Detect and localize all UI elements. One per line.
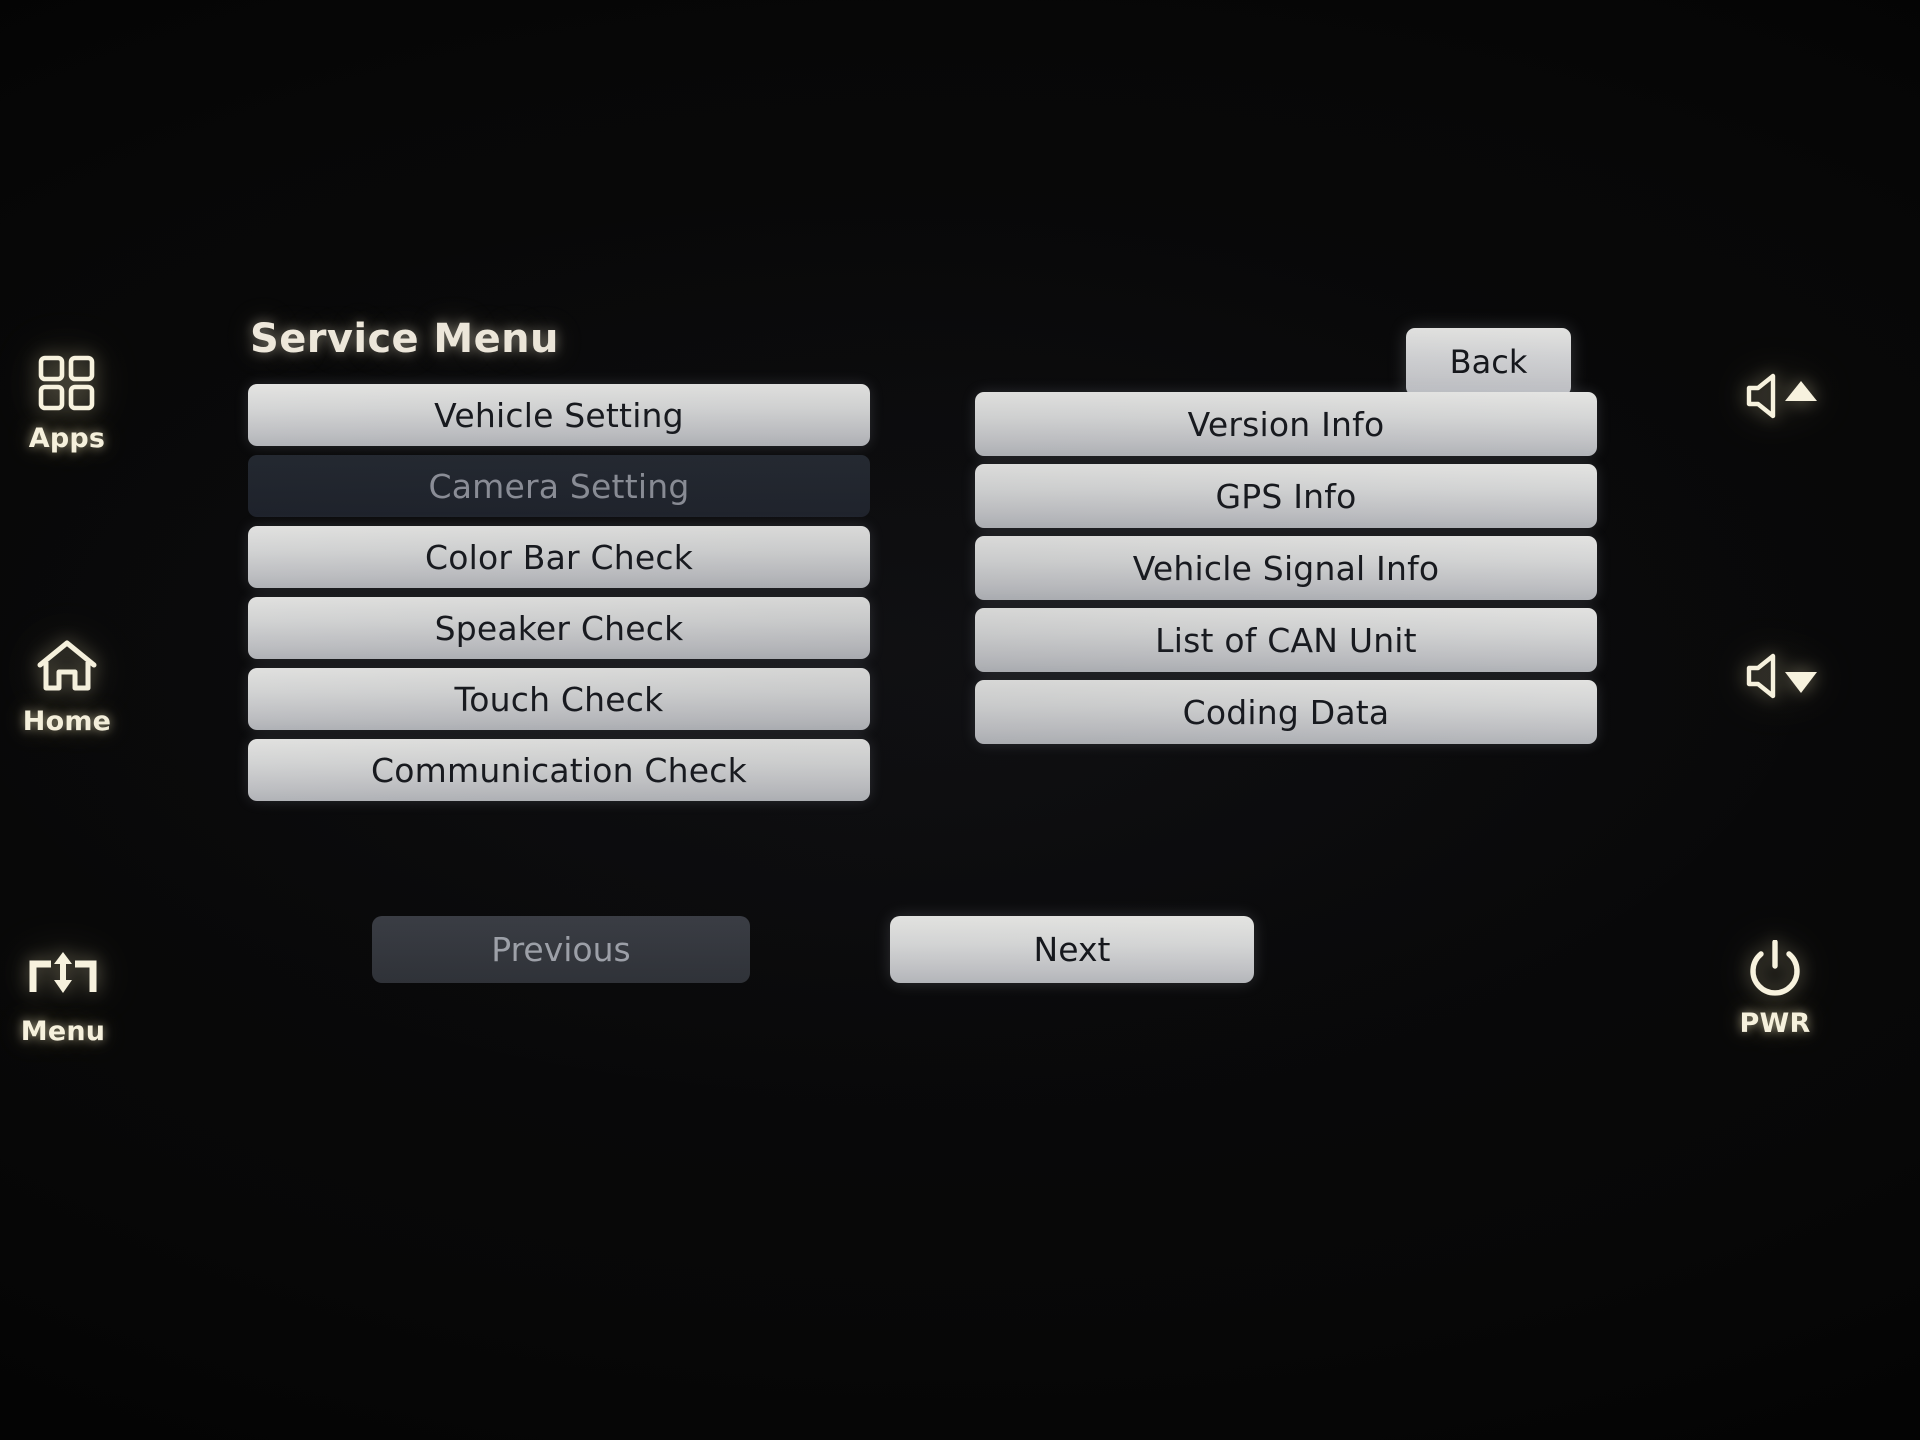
hardware-key-power-label: PWR — [1739, 1008, 1811, 1039]
hardware-key-home-label: Home — [22, 706, 112, 737]
menu-item-communication-check[interactable]: Communication Check — [248, 739, 870, 801]
menu-item-label: Camera Setting — [428, 466, 690, 506]
hardware-key-apps[interactable]: Apps — [0, 355, 142, 454]
menu-item-label: Coding Data — [1182, 692, 1390, 732]
previous-page-label: Previous — [491, 930, 631, 969]
pagination-bar: Previous Next — [248, 916, 1622, 996]
menu-item-color-bar-check[interactable]: Color Bar Check — [248, 526, 870, 588]
apps-grid-icon — [0, 355, 142, 417]
menu-item-version-info[interactable]: Version Info — [975, 392, 1597, 456]
home-icon — [0, 638, 142, 700]
hardware-key-home[interactable]: Home — [0, 638, 142, 737]
service-menu-panel: Service Menu Back Vehicle Setting Camera… — [248, 316, 1622, 1022]
previous-page-button: Previous — [372, 916, 750, 983]
menu-item-label: GPS Info — [1215, 476, 1357, 516]
menu-updown-icon — [0, 948, 138, 1010]
back-button[interactable]: Back — [1406, 328, 1571, 396]
menu-item-coding-data[interactable]: Coding Data — [975, 680, 1597, 744]
back-button-label: Back — [1449, 343, 1528, 381]
volume-down-icon — [1710, 648, 1860, 710]
hardware-key-menu[interactable]: Menu — [0, 948, 138, 1047]
hardware-key-menu-label: Menu — [20, 1016, 106, 1047]
hardware-key-volume-down[interactable] — [1710, 648, 1860, 710]
volume-up-icon — [1710, 368, 1860, 430]
menu-item-label: Vehicle Setting — [434, 395, 684, 435]
next-page-button[interactable]: Next — [890, 916, 1254, 983]
menu-item-vehicle-setting[interactable]: Vehicle Setting — [248, 384, 870, 446]
menu-column-right: Version Info GPS Info Vehicle Signal Inf… — [975, 392, 1597, 752]
menu-item-list-of-can-unit[interactable]: List of CAN Unit — [975, 608, 1597, 672]
page-title: Service Menu — [250, 316, 559, 362]
menu-item-camera-setting: Camera Setting — [248, 455, 870, 517]
menu-item-speaker-check[interactable]: Speaker Check — [248, 597, 870, 659]
menu-item-label: Communication Check — [371, 750, 747, 790]
hardware-key-apps-label: Apps — [28, 423, 106, 454]
menu-item-vehicle-signal-info[interactable]: Vehicle Signal Info — [975, 536, 1597, 600]
menu-item-touch-check[interactable]: Touch Check — [248, 668, 870, 730]
hardware-key-volume-up[interactable] — [1710, 368, 1860, 430]
menu-item-label: List of CAN Unit — [1155, 620, 1417, 660]
power-icon — [1700, 940, 1850, 1002]
menu-item-label: Speaker Check — [434, 608, 684, 648]
menu-item-label: Version Info — [1187, 404, 1385, 444]
next-page-label: Next — [1033, 930, 1111, 969]
menu-column-left: Vehicle Setting Camera Setting Color Bar… — [248, 384, 870, 810]
menu-item-label: Touch Check — [454, 679, 664, 719]
infotainment-screen: Apps Home Menu PWR Service Menu Back Veh… — [0, 0, 1920, 1440]
hardware-key-power[interactable]: PWR — [1700, 940, 1850, 1039]
menu-item-label: Color Bar Check — [424, 537, 694, 577]
menu-item-gps-info[interactable]: GPS Info — [975, 464, 1597, 528]
menu-item-label: Vehicle Signal Info — [1132, 548, 1440, 588]
